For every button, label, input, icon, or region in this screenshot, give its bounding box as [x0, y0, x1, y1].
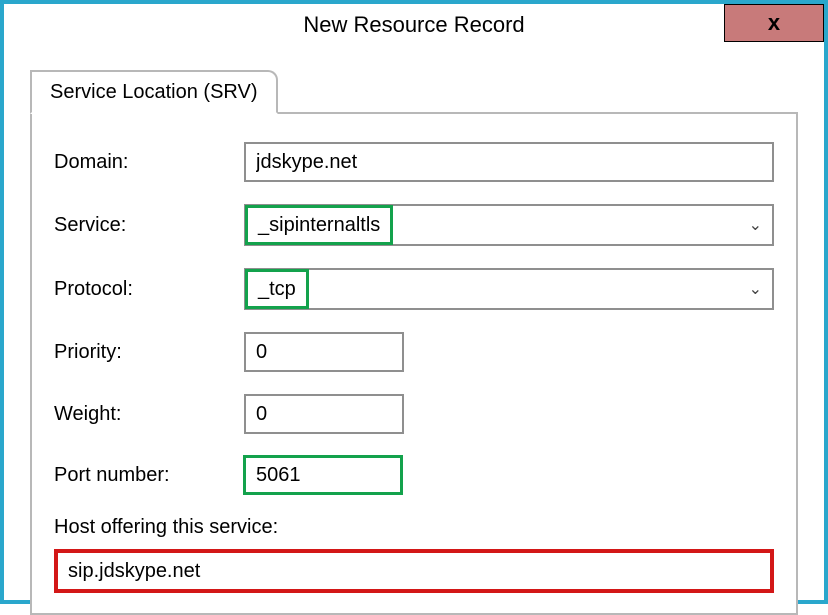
tab-label: Service Location (SRV) — [50, 81, 258, 104]
chevron-down-icon: ⌄ — [749, 279, 762, 299]
client-area: Service Location (SRV) Domain: Service: … — [4, 46, 824, 615]
row-port: Port number: — [54, 456, 774, 494]
host-highlight — [54, 549, 774, 593]
row-service: Service: _sipinternaltls ⌄ — [54, 204, 774, 246]
label-host: Host offering this service: — [54, 516, 774, 539]
label-protocol: Protocol: — [54, 278, 244, 301]
close-icon: x — [768, 10, 780, 36]
priority-field[interactable] — [244, 332, 404, 372]
service-value: _sipinternaltls — [248, 208, 390, 242]
titlebar: New Resource Record x — [4, 4, 824, 46]
protocol-combobox[interactable]: _tcp ⌄ — [244, 268, 774, 310]
tab-strip: Service Location (SRV) — [30, 70, 798, 114]
port-field[interactable] — [246, 458, 400, 492]
tab-service-location[interactable]: Service Location (SRV) — [30, 70, 278, 114]
row-host: Host offering this service: — [54, 516, 774, 593]
row-priority: Priority: — [54, 332, 774, 372]
domain-field[interactable] — [244, 142, 774, 182]
dialog-window: New Resource Record x Service Location (… — [0, 0, 828, 604]
row-protocol: Protocol: _tcp ⌄ — [54, 268, 774, 310]
label-service: Service: — [54, 214, 244, 237]
window-title: New Resource Record — [303, 12, 524, 38]
protocol-value: _tcp — [248, 272, 306, 306]
close-button[interactable]: x — [724, 4, 824, 42]
chevron-down-icon: ⌄ — [749, 215, 762, 235]
host-field[interactable] — [58, 553, 770, 589]
row-weight: Weight: — [54, 394, 774, 434]
tab-panel: Domain: Service: _sipinternaltls ⌄ — [30, 112, 798, 615]
row-domain: Domain: — [54, 142, 774, 182]
label-priority: Priority: — [54, 341, 244, 364]
weight-field[interactable] — [244, 394, 404, 434]
label-weight: Weight: — [54, 403, 244, 426]
service-combobox[interactable]: _sipinternaltls ⌄ — [244, 204, 774, 246]
label-domain: Domain: — [54, 151, 244, 174]
label-port: Port number: — [54, 464, 244, 487]
